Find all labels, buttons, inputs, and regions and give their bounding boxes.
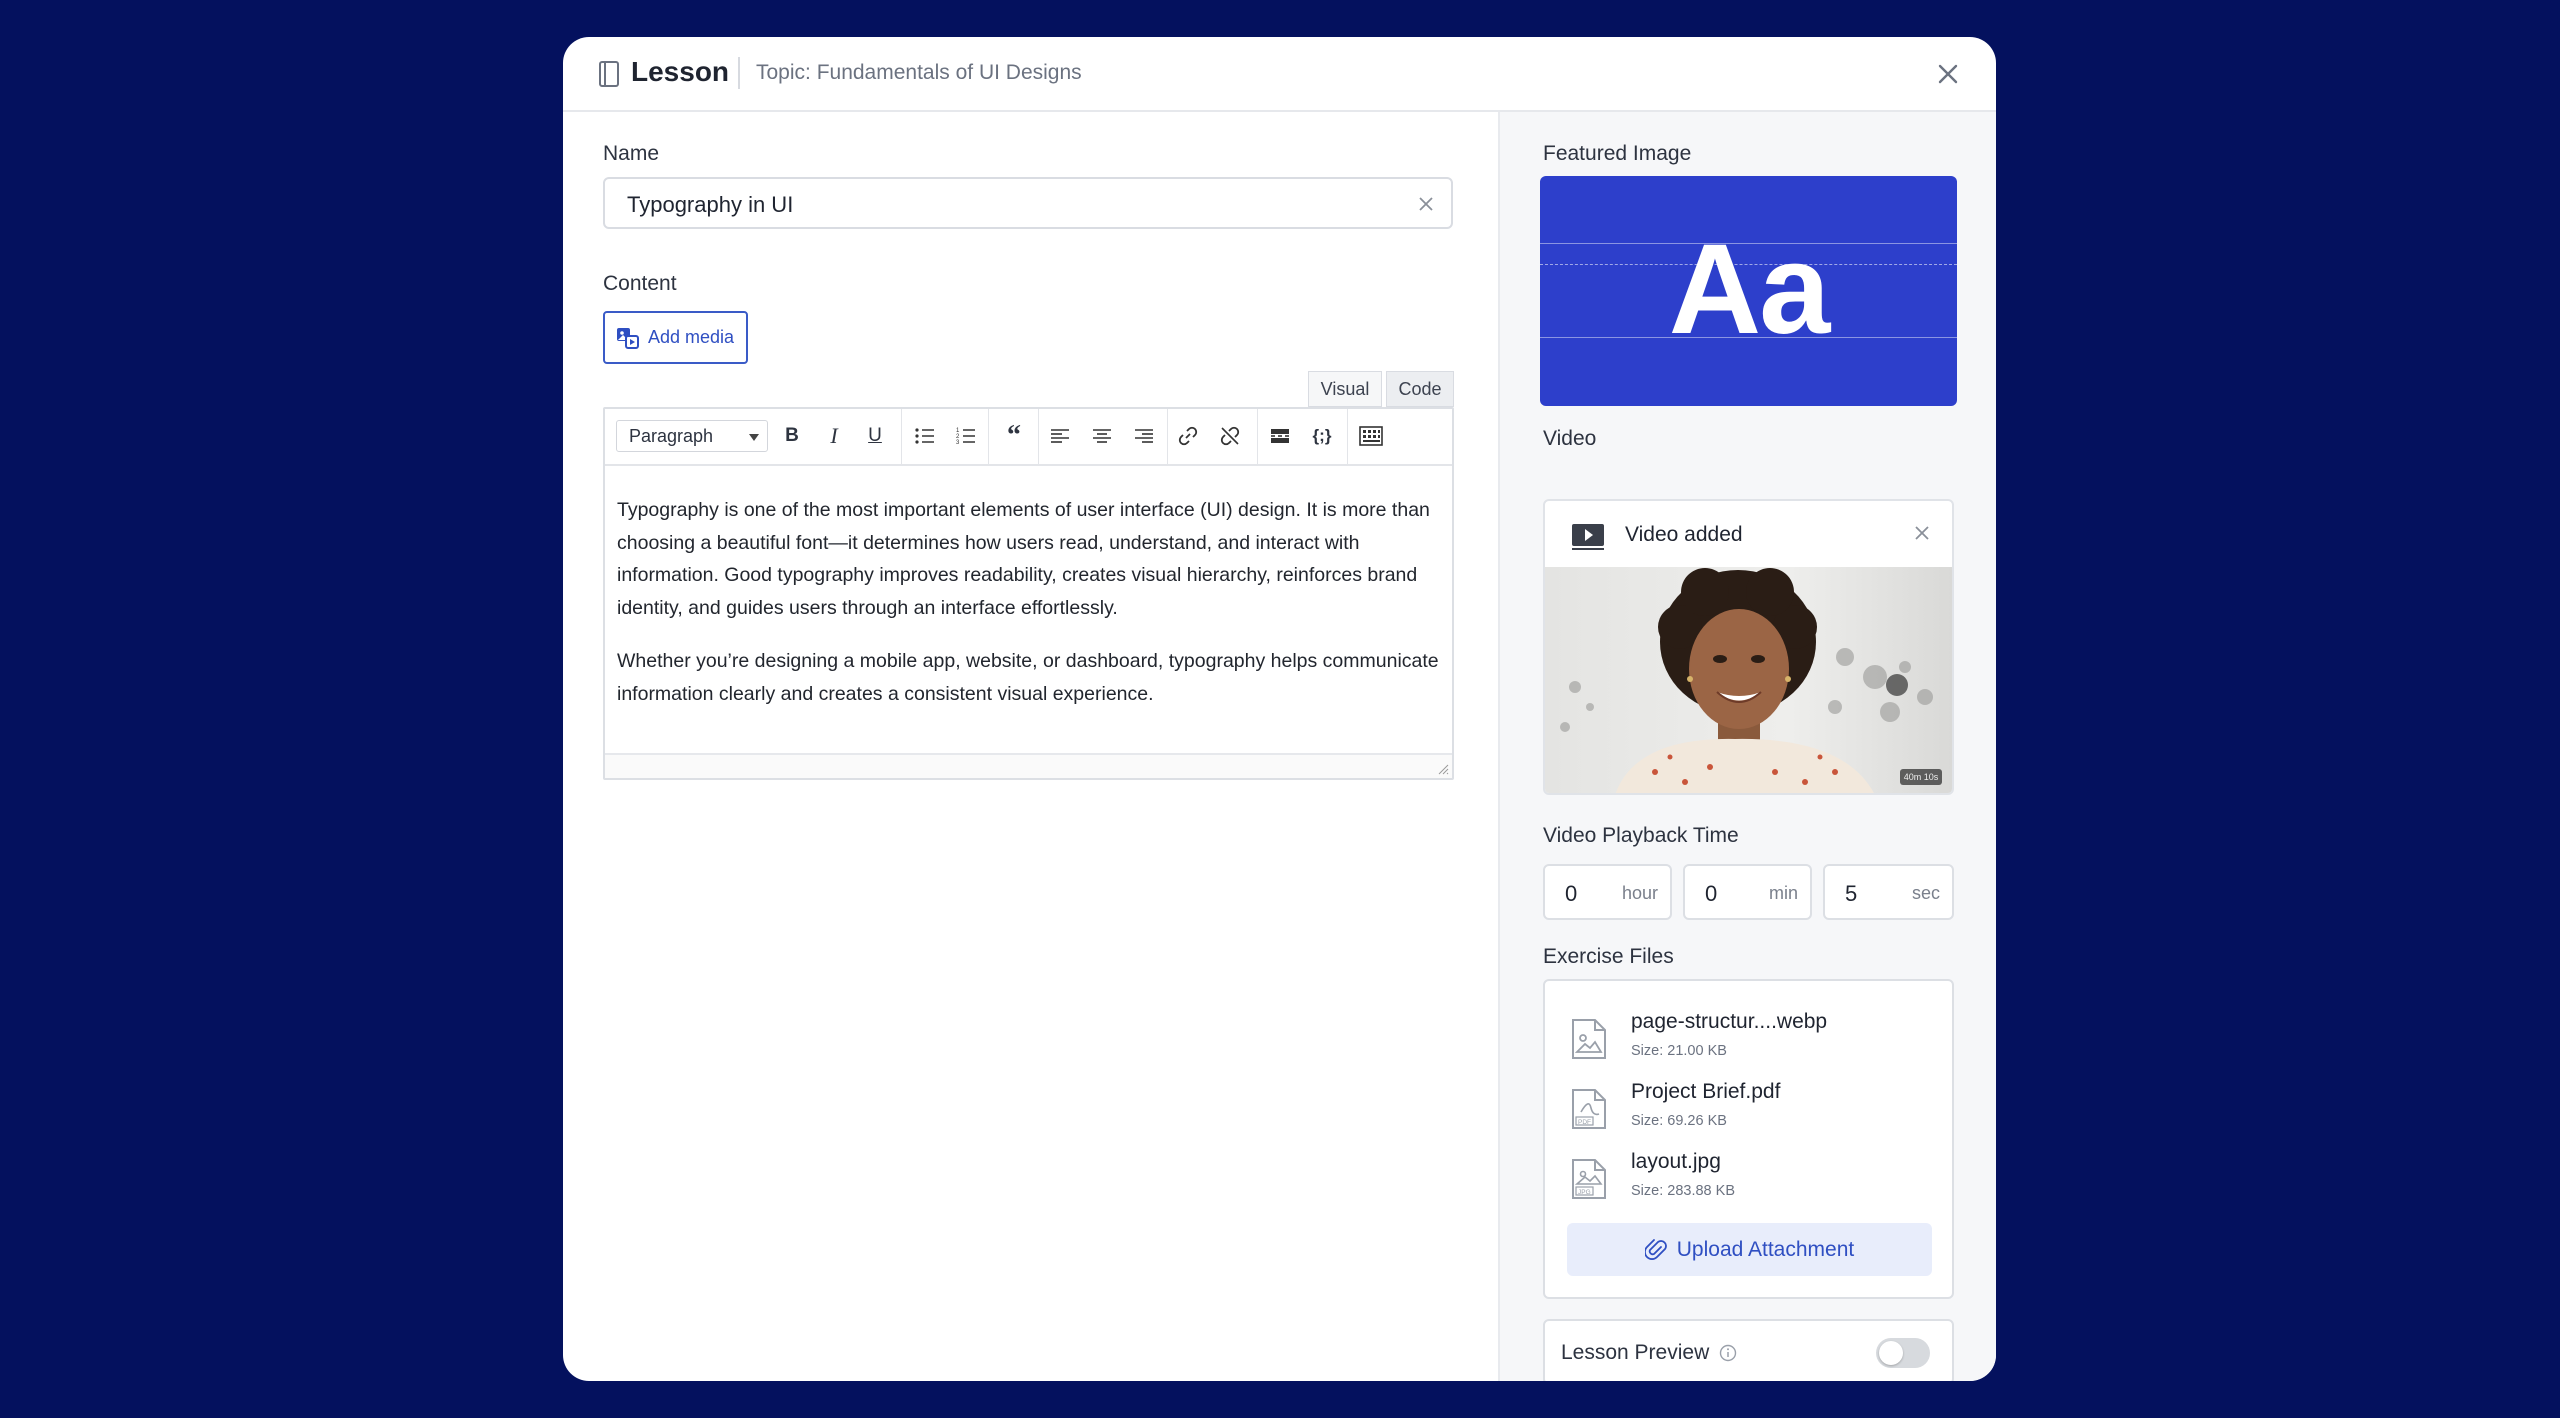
video-header: Video added xyxy=(1545,501,1952,567)
hour-unit: hour xyxy=(1621,883,1658,903)
italic-icon[interactable]: I xyxy=(819,421,849,451)
featured-image-label: Featured Image xyxy=(1543,142,1692,165)
playback-second-field[interactable]: sec xyxy=(1823,864,1954,920)
editor-toolbar: Paragraph B I U 123 “ {;} xyxy=(605,409,1452,466)
align-center-icon[interactable] xyxy=(1087,421,1117,451)
lesson-preview-row: Lesson Preview xyxy=(1543,1319,1954,1381)
topic-breadcrumb: Topic: Fundamentals of UI Designs xyxy=(756,61,1082,84)
underline-icon[interactable]: U xyxy=(860,421,890,451)
format-select[interactable]: Paragraph xyxy=(616,420,768,452)
modal-header: Lesson Topic: Fundamentals of UI Designs xyxy=(563,37,1996,112)
content-label: Content xyxy=(603,272,677,295)
featured-image[interactable]: Aa xyxy=(1540,176,1957,406)
toolbar-divider xyxy=(1257,409,1258,464)
video-thumbnail[interactable]: 40m 10s xyxy=(1545,567,1952,793)
link-icon[interactable] xyxy=(1173,421,1203,451)
file-size: Size: 21.00 KB xyxy=(1631,1043,1727,1059)
header-divider xyxy=(738,57,740,89)
featured-image-text: Aa xyxy=(1668,218,1831,361)
format-select-value: Paragraph xyxy=(629,426,714,446)
file-size: Size: 69.26 KB xyxy=(1631,1113,1727,1129)
file-item[interactable]: page-structur....webp Size: 21.00 KB xyxy=(1571,1010,1931,1070)
tab-code[interactable]: Code xyxy=(1386,371,1454,407)
align-right-icon[interactable] xyxy=(1129,421,1159,451)
file-size: Size: 283.88 KB xyxy=(1631,1183,1735,1199)
clear-icon[interactable] xyxy=(1415,193,1437,215)
content-paragraph: Whether you’re designing a mobile app, w… xyxy=(617,650,1439,705)
video-play-icon xyxy=(1572,524,1604,550)
exercise-files-label: Exercise Files xyxy=(1543,945,1674,968)
bold-icon[interactable]: B xyxy=(777,421,807,451)
jpg-file-icon: JPG xyxy=(1572,1159,1606,1199)
file-name: layout.jpg xyxy=(1631,1150,1721,1173)
code-braces-icon[interactable]: {;} xyxy=(1307,421,1337,451)
content-paragraph: Typography is one of the most important … xyxy=(617,499,1430,619)
image-file-icon xyxy=(1572,1019,1606,1059)
name-field[interactable] xyxy=(603,177,1453,229)
minute-unit: min xyxy=(1768,883,1798,903)
pdf-file-icon: PDF xyxy=(1572,1089,1606,1129)
lesson-modal: Lesson Topic: Fundamentals of UI Designs… xyxy=(563,37,1996,1381)
blockquote-icon[interactable]: “ xyxy=(999,420,1029,451)
exercise-files-card: page-structur....webp Size: 21.00 KB PDF… xyxy=(1543,979,1954,1299)
toggle-knob xyxy=(1879,1341,1903,1365)
video-thumbnail-image xyxy=(1545,567,1952,793)
add-media-label: Add media xyxy=(648,327,735,347)
info-icon[interactable] xyxy=(1719,1344,1737,1362)
toolbar-divider xyxy=(988,409,989,464)
tab-visual[interactable]: Visual xyxy=(1308,371,1382,407)
content-column: Name Content Add media Visual Code xyxy=(563,112,1498,1381)
video-status: Video added xyxy=(1625,523,1743,546)
lesson-preview-toggle[interactable] xyxy=(1876,1338,1930,1368)
video-duration-badge: 40m 10s xyxy=(1900,769,1942,785)
media-icon xyxy=(617,327,639,349)
svg-text:PDF: PDF xyxy=(1578,1119,1591,1126)
file-item[interactable]: PDF Project Brief.pdf Size: 69.26 KB xyxy=(1571,1080,1931,1140)
lesson-preview-label: Lesson Preview xyxy=(1561,1341,1710,1364)
read-more-icon[interactable] xyxy=(1265,421,1295,451)
toolbar-divider xyxy=(901,409,902,464)
close-icon[interactable] xyxy=(1933,59,1963,89)
numbered-list-icon[interactable]: 123 xyxy=(951,421,981,451)
video-label: Video xyxy=(1543,427,1597,450)
playback-hour-field[interactable]: hour xyxy=(1543,864,1672,920)
minute-input[interactable] xyxy=(1703,880,1757,908)
playback-minute-field[interactable]: min xyxy=(1683,864,1812,920)
upload-attachment-label: Upload Attachment xyxy=(1676,1237,1855,1261)
name-label: Name xyxy=(603,142,660,165)
name-input[interactable] xyxy=(625,189,1389,221)
video-card: Video added 40m 10s xyxy=(1543,499,1954,795)
toolbar-divider xyxy=(1038,409,1039,464)
toolbar-toggle-icon[interactable] xyxy=(1356,421,1386,451)
lesson-book-icon xyxy=(599,61,619,87)
unlink-icon[interactable] xyxy=(1215,421,1245,451)
add-media-button[interactable]: Add media xyxy=(603,311,748,364)
chevron-down-icon xyxy=(749,434,759,441)
svg-text:JPG: JPG xyxy=(1578,1189,1591,1196)
toolbar-divider xyxy=(1347,409,1348,464)
toolbar-divider xyxy=(1167,409,1168,464)
svg-text:3: 3 xyxy=(956,440,960,445)
rich-text-editor[interactable]: Paragraph B I U 123 “ {;} Typography is … xyxy=(603,407,1454,780)
modal-title: Lesson xyxy=(631,56,730,87)
file-item[interactable]: JPG layout.jpg Size: 283.88 KB xyxy=(1571,1150,1931,1210)
second-input[interactable] xyxy=(1843,880,1897,908)
resize-grip-icon[interactable] xyxy=(1437,763,1449,775)
playback-time-label: Video Playback Time xyxy=(1543,824,1739,847)
bullet-list-icon[interactable] xyxy=(910,421,940,451)
editor-statusbar xyxy=(605,753,1452,778)
align-left-icon[interactable] xyxy=(1045,421,1075,451)
file-name: page-structur....webp xyxy=(1631,1010,1828,1033)
second-unit: sec xyxy=(1911,883,1940,903)
hour-input[interactable] xyxy=(1563,880,1617,908)
paperclip-icon xyxy=(1644,1238,1667,1260)
file-name: Project Brief.pdf xyxy=(1631,1080,1781,1103)
upload-attachment-button[interactable]: Upload Attachment xyxy=(1567,1223,1932,1276)
settings-sidebar: Featured Image Aa Video Video added 40m … xyxy=(1498,112,1996,1381)
remove-video-icon[interactable] xyxy=(1912,523,1932,543)
editor-content[interactable]: Typography is one of the most important … xyxy=(617,494,1442,731)
